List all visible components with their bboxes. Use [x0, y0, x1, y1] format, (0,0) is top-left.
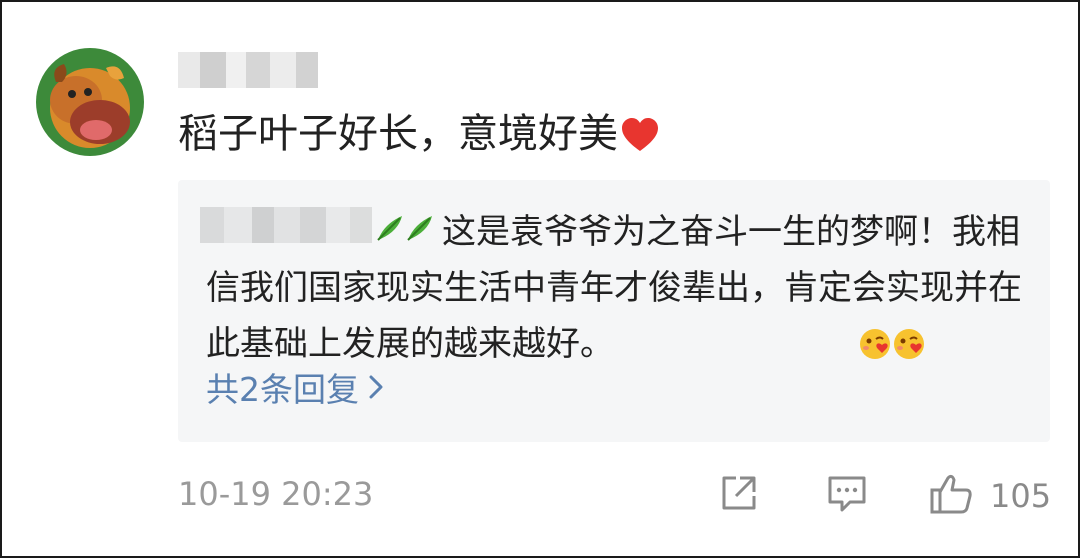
comment-timestamp: 10-19 20:23: [178, 475, 374, 513]
avatar[interactable]: [36, 48, 144, 156]
share-icon: [718, 472, 760, 518]
heart-icon: [620, 114, 660, 166]
view-replies-label[interactable]: 共2条回复: [206, 370, 359, 410]
like-button[interactable]: 105: [928, 472, 1051, 520]
thumbs-up-icon: [928, 472, 974, 520]
reply-text: 这是袁爷爷为之奋斗一生的梦啊！我相信我们国家现实生活中青年才俊辈出，肯定会实现并…: [206, 204, 1036, 378]
chevron-right-icon: [367, 370, 385, 410]
like-count: 105: [990, 477, 1052, 515]
view-replies-link[interactable]: 共2条回复: [206, 370, 385, 410]
face-blowing-kiss-icon: [622, 322, 926, 378]
comment-button[interactable]: [826, 472, 868, 518]
share-button[interactable]: [718, 472, 760, 518]
reply-preview[interactable]: 这是袁爷爷为之奋斗一生的梦啊！我相信我们国家现实生活中青年才俊辈出，肯定会实现并…: [178, 180, 1050, 442]
comment-body: 稻子叶子好长，意境好美: [178, 111, 618, 157]
comment-text: 稻子叶子好长，意境好美: [178, 108, 660, 166]
comment-icon: [826, 472, 868, 518]
username-blurred[interactable]: [178, 52, 318, 88]
comment-card: 稻子叶子好长，意境好美 这是袁爷爷为之奋斗一生的梦啊！我相信我们国家现实生活中青…: [0, 0, 1080, 558]
